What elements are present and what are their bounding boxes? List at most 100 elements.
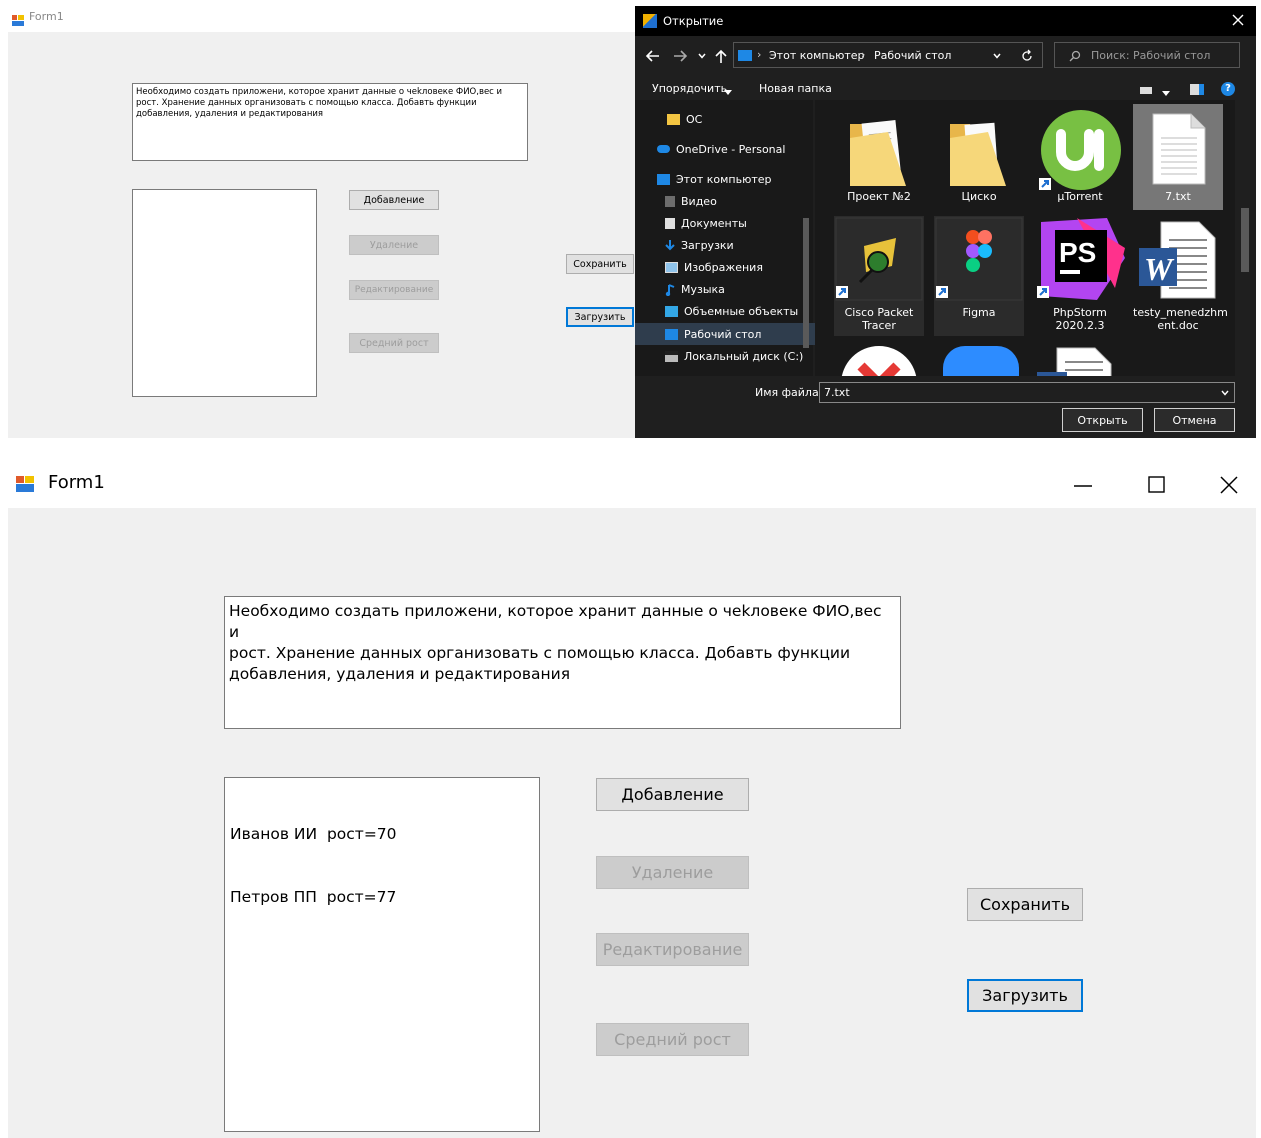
load-button[interactable]: Загрузить [566,307,634,327]
file-label: Cisco Packet Tracer [844,306,914,332]
organize-menu[interactable]: Упорядочить [652,82,727,95]
minimize-icon[interactable] [1072,474,1094,496]
drive-icon [665,350,678,362]
zoom-app-icon [941,344,1021,376]
sidebar-item-this-computer[interactable]: Этот компьютер [635,168,817,190]
filename-value: 7.txt [824,386,850,399]
main-form-title: Form1 [48,472,105,493]
list-item[interactable]: Петров ПП рост=77 [230,887,534,908]
file-item-cisco-packet-tracer[interactable]: Cisco Packet Tracer [834,216,924,336]
close-icon[interactable] [1229,11,1247,29]
maximize-icon[interactable] [1146,474,1168,496]
form-app-icon [12,11,24,26]
edit-button[interactable]: Редактирование [596,933,749,966]
save-button[interactable]: Сохранить [967,888,1083,921]
file-label: Циско [961,190,997,203]
file-item-figma[interactable]: Figma [934,216,1024,336]
search-input[interactable]: Поиск: Рабочий стол [1091,49,1210,62]
phpstorm-icon: PS [1037,218,1125,303]
people-listbox[interactable] [132,189,317,397]
sidebar-item-desktop[interactable]: Рабочий стол [635,323,825,345]
file-label: Figma [962,306,996,319]
cube-icon [665,305,678,317]
file-item-phpstorm[interactable]: PS PhpStorm 2020.2.3 [1035,216,1125,336]
scrollbar-thumb[interactable] [1241,208,1249,272]
cancel-button[interactable]: Отмена [1154,408,1235,432]
folder-icon [948,116,1010,191]
sidebar-item-onedrive[interactable]: OneDrive - Personal [635,138,817,160]
add-button[interactable]: Добавление [349,190,439,210]
music-icon [665,283,675,296]
folder-icon [848,116,910,191]
breadcrumb-separator: › [861,48,866,61]
view-options-icon[interactable] [1140,84,1152,94]
list-item[interactable]: Иванов ИИ рост=70 [230,824,534,845]
view-chevron-down-icon[interactable] [1162,87,1170,96]
sidebar-item-3d-objects[interactable]: Объемные объекты [635,300,825,322]
search-box[interactable]: Поиск: Рабочий стол [1054,42,1240,68]
save-button[interactable]: Сохранить [566,254,634,274]
folder-icon [667,113,680,125]
add-button[interactable]: Добавление [596,778,749,811]
error-app-icon [839,344,919,376]
sidebar-item-images[interactable]: Изображения [635,256,825,278]
sidebar-item-documents[interactable]: Документы [635,212,825,234]
preview-pane-icon[interactable] [1190,84,1204,95]
close-icon[interactable] [1218,474,1240,496]
filename-chevron-down-icon[interactable] [1220,388,1230,398]
form-app-icon [16,476,34,492]
sidebar-item-downloads[interactable]: Загрузки [635,234,825,256]
filename-label: Имя файла: [755,386,823,399]
average-height-button[interactable]: Средний рост [349,333,439,353]
delete-button[interactable]: Удаление [349,235,439,255]
address-chevron-down-icon[interactable] [992,51,1002,61]
edit-button[interactable]: Редактирование [349,280,439,300]
recent-chevron-down-icon[interactable] [697,51,707,61]
up-arrow-icon[interactable] [714,48,728,64]
forward-arrow-icon[interactable] [672,48,688,64]
file-list-scrollbar[interactable] [1237,100,1253,376]
video-icon [665,195,675,207]
dialog-app-icon [643,14,657,28]
document-file-icon [1037,344,1117,376]
sidebar-item-music[interactable]: Музыка [635,278,825,300]
organize-chevron-down-icon[interactable] [724,86,732,95]
sidebar-item-os[interactable]: ОС [635,108,827,130]
breadcrumb-desktop[interactable]: Рабочий стол [874,49,951,62]
dialog-navigation-bar: › Этот компьютер › Рабочий стол Поиск: Р… [635,36,1256,78]
word-document-icon: W [1137,220,1219,303]
description-textbox[interactable]: Необходимо создать приложени, которое хр… [224,596,901,729]
people-listbox[interactable]: Иванов ИИ рост=70 Петров ПП рост=77 [224,777,540,1132]
file-item-project-2[interactable]: Проект №2 [834,104,924,210]
file-label: 7.txt [1165,190,1191,203]
breadcrumb-this-computer[interactable]: Этот компьютер [769,49,865,62]
figma-icon [934,216,1024,305]
help-icon[interactable]: ? [1221,82,1235,96]
load-button[interactable]: Загрузить [967,979,1083,1012]
computer-icon [657,173,670,185]
delete-button[interactable]: Удаление [596,856,749,889]
average-height-button[interactable]: Средний рост [596,1023,749,1056]
filename-input[interactable]: 7.txt [819,382,1235,403]
dialog-title-bar[interactable]: Открытие [635,6,1256,36]
file-item-utorrent[interactable]: µTorrent [1035,104,1125,210]
description-textbox[interactable]: Необходимо создать приложени, которое хр… [132,83,528,161]
scrollbar-thumb[interactable] [803,218,809,348]
file-item-7-txt[interactable]: 7.txt [1133,104,1223,210]
new-folder-button[interactable]: Новая папка [759,82,832,95]
file-item-testy-menedzhment-doc[interactable]: W testy_menedzhm ent.doc [1133,216,1228,336]
svg-text:PS: PS [1059,237,1096,268]
sidebar-item-local-disk[interactable]: Локальный диск (C:) [635,345,825,367]
sidebar-item-video[interactable]: Видео [635,190,825,212]
refresh-icon[interactable] [1020,49,1034,63]
text-file-icon [1151,112,1207,189]
desktop-icon [665,328,678,340]
back-arrow-icon[interactable] [645,48,661,64]
file-item-cisco[interactable]: Циско [934,104,1024,210]
cloud-icon [657,145,670,153]
main-form-title-bar[interactable]: Form1 [8,460,1256,508]
navigation-scrollbar[interactable] [800,100,812,376]
address-bar[interactable]: › Этот компьютер › Рабочий стол [733,42,1043,68]
file-label: testy_menedzhm ent.doc [1133,306,1228,332]
open-button[interactable]: Открыть [1062,408,1143,432]
